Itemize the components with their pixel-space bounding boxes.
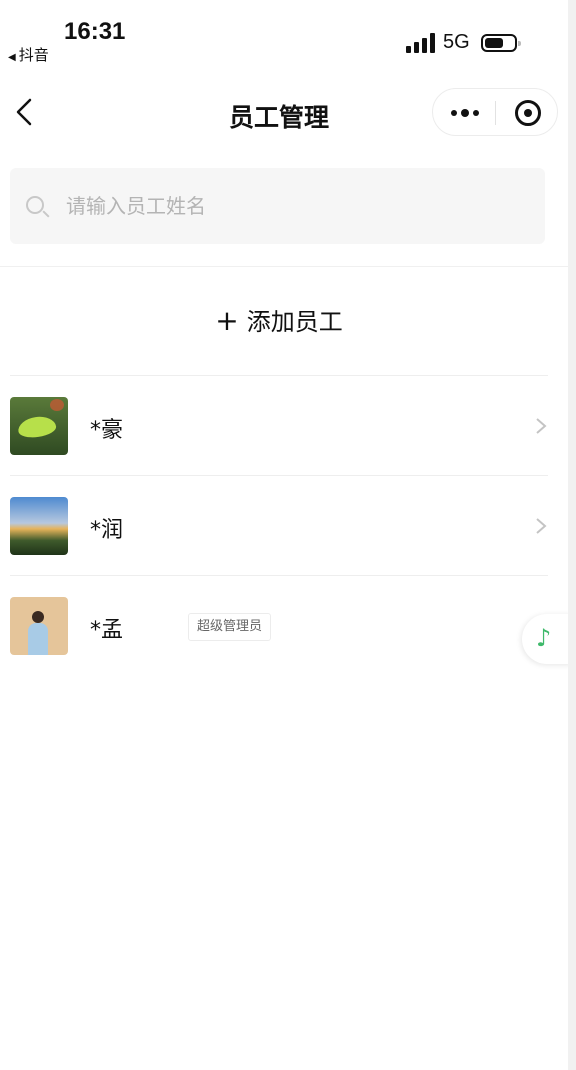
- search-icon: [26, 196, 44, 214]
- leaf-photo-avatar: [10, 397, 68, 455]
- more-dots-icon[interactable]: [451, 104, 481, 120]
- music-note-icon: ♪: [536, 624, 552, 652]
- employee-list: *豪 *润 *孟 超级管理员: [10, 375, 548, 675]
- back-triangle-icon: ◀: [8, 52, 16, 63]
- employee-name: *润: [90, 518, 124, 543]
- close-mini-program-icon[interactable]: [515, 100, 541, 126]
- chevron-right-icon: [536, 418, 547, 434]
- person-photo-avatar: [10, 597, 68, 655]
- plus-icon: +: [215, 304, 239, 337]
- back-to-app-link[interactable]: ◀ 抖音: [8, 44, 49, 65]
- chevron-right-icon: [536, 518, 547, 534]
- status-time: 16:31: [64, 18, 126, 45]
- scroll-edge: [568, 0, 576, 1070]
- back-app-label: 抖音: [18, 46, 49, 64]
- section-divider: [0, 266, 568, 267]
- status-bar: ◀ 抖音 16:31 5G: [0, 0, 568, 78]
- employee-row[interactable]: *豪: [10, 375, 548, 475]
- employee-name: *豪: [90, 418, 124, 443]
- super-admin-badge: 超级管理员: [188, 613, 272, 641]
- battery-icon: [481, 34, 521, 52]
- navigation-bar: 员工管理: [0, 78, 568, 150]
- network-type: 5G: [443, 31, 470, 53]
- mini-program-capsule: [432, 88, 558, 136]
- add-employee-button[interactable]: + 添加员工: [0, 302, 558, 350]
- add-employee-label: 添加员工: [246, 308, 343, 336]
- employee-row[interactable]: *孟 超级管理员: [10, 575, 548, 675]
- search-bar[interactable]: [10, 168, 545, 244]
- search-input[interactable]: [66, 188, 526, 224]
- employee-row[interactable]: *润: [10, 475, 548, 575]
- capsule-divider: [495, 101, 496, 125]
- mountain-photo-avatar: [10, 497, 68, 555]
- employee-name: *孟: [90, 618, 124, 643]
- signal-strength-icon: [406, 31, 436, 53]
- floating-music-button[interactable]: ♪: [522, 614, 572, 664]
